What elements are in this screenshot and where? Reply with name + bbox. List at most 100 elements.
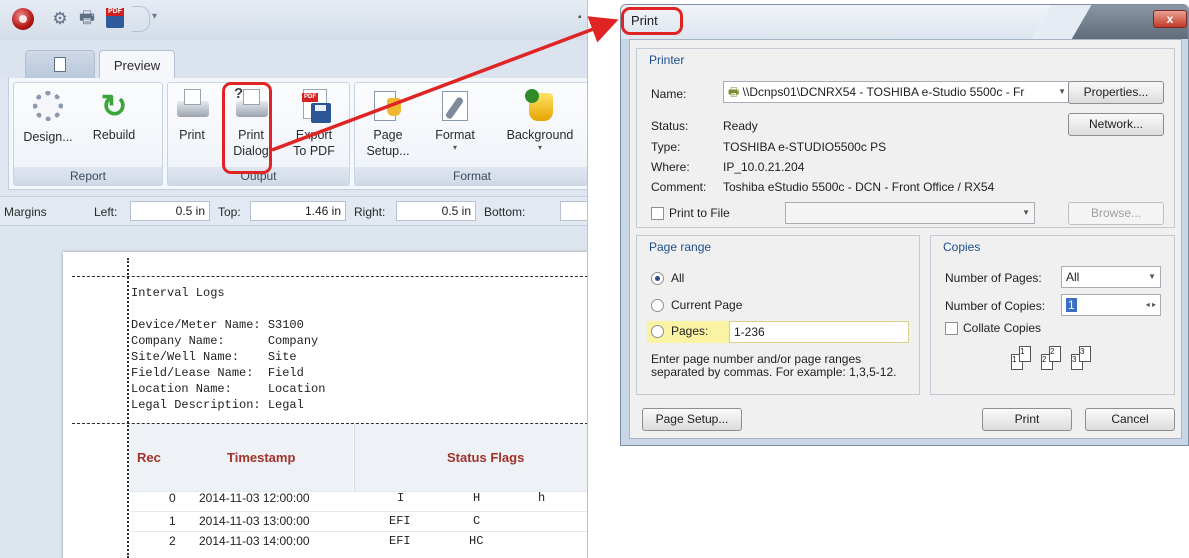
page-setup-button[interactable]: Page Setup... [361, 89, 415, 167]
page-range-section: Page range All Current Page Pages: 1-236… [636, 235, 920, 395]
app-menu-button[interactable] [12, 8, 34, 30]
printer-section: Printer Name: 🖶 \\Dcnps01\DCNRX54 - TOSH… [636, 48, 1175, 228]
number-of-copies-stepper[interactable]: 1 ◂ ▸ [1061, 294, 1161, 316]
settings-gear-icon[interactable]: ⚙ [50, 8, 70, 30]
export-pdf-icon: PDF [297, 89, 331, 123]
report-line: Company Name: Company [131, 334, 319, 348]
table-row[interactable] [129, 491, 587, 511]
all-radio[interactable] [651, 272, 664, 285]
status-label: Status: [651, 119, 689, 133]
export-pdf-button[interactable]: PDF Export To PDF [286, 89, 342, 167]
copies-title: Copies [943, 240, 981, 254]
collate-page: 2 [1049, 346, 1061, 362]
comment-value: Toshiba eStudio 5500c - DCN - Front Offi… [723, 180, 995, 194]
print-to-file-checkbox[interactable] [651, 207, 664, 220]
cell-rec: 2 [169, 534, 176, 548]
cell-timestamp: 2014-11-03 12:00:00 [199, 491, 310, 505]
document-icon [54, 57, 66, 72]
printer-name-select[interactable]: 🖶 \\Dcnps01\DCNRX54 - TOSHIBA e-Studio 5… [723, 81, 1071, 103]
tab-file[interactable] [25, 50, 95, 78]
dialog-body: Printer Name: 🖶 \\Dcnps01\DCNRX54 - TOSH… [629, 39, 1182, 439]
report-line: Device/Meter Name: S3100 [131, 318, 304, 332]
format-button[interactable]: Format ▾ [425, 89, 485, 167]
report-line: Location Name: Location [131, 382, 326, 396]
print-button[interactable]: Print [170, 89, 214, 167]
stepper-arrows-icon[interactable]: ◂ ▸ [1146, 295, 1156, 315]
interval-log-table: Rec Timestamp Status Flags 0 2014-11-03 … [129, 424, 587, 558]
cancel-button[interactable]: Cancel [1085, 408, 1175, 431]
type-label: Type: [651, 140, 681, 154]
print-button[interactable]: Print [982, 408, 1072, 431]
current-page-radio[interactable] [651, 299, 664, 312]
ribbon-tabs: Preview [0, 40, 587, 79]
export-label-2: To PDF [293, 144, 335, 158]
table-row[interactable] [129, 511, 587, 531]
cell-flag: HC [469, 534, 484, 548]
current-page-label: Current Page [671, 298, 743, 312]
printer-name-value: \\Dcnps01\DCNRX54 - TOSHIBA e-Studio 550… [742, 85, 1025, 99]
close-button[interactable]: x [1153, 10, 1187, 28]
header-status-flags: Status Flags [447, 450, 525, 465]
qat-customize-dropdown-icon[interactable]: ▾ [152, 11, 157, 22]
all-label: All [671, 271, 685, 285]
comment-label: Comment: [651, 180, 707, 194]
tab-preview[interactable]: Preview [99, 50, 175, 79]
page-range-title: Page range [649, 240, 712, 254]
pages-radio[interactable] [651, 325, 664, 338]
page-setup-label-2: Setup... [366, 144, 410, 158]
pages-label: Pages: [671, 324, 709, 338]
cell-rec: 1 [169, 514, 176, 528]
highlight-dialog-title [621, 7, 683, 35]
report-line: Field/Lease Name: Field [131, 366, 304, 380]
margin-right-field[interactable]: 0.5 in [396, 201, 476, 221]
table-row[interactable] [129, 531, 587, 551]
pages-hint-1: Enter page number and/or page ranges [651, 352, 862, 366]
rebuild-button[interactable]: ↻ Rebuild [86, 89, 142, 167]
cell-flag: h [538, 491, 546, 505]
properties-button[interactable]: Properties... [1068, 81, 1164, 104]
margin-guide-top [72, 276, 587, 277]
highlight-print-dialog [222, 82, 272, 174]
margin-top-label: Top: [218, 205, 241, 219]
cell-rec: 0 [169, 491, 176, 505]
report-line: Site/Well Name: Site [131, 350, 297, 364]
window-control-icon[interactable]: ▪ [578, 12, 582, 23]
status-value: Ready [723, 119, 758, 133]
file-path-select[interactable]: ▼ [785, 202, 1035, 224]
network-button[interactable]: Network... [1068, 113, 1164, 136]
quick-export-pdf-icon[interactable]: PDF [106, 8, 124, 28]
margin-bottom-label: Bottom: [484, 205, 526, 219]
report-title: Interval Logs [131, 286, 225, 300]
type-value: TOSHIBA e-STUDIO5500c PS [723, 140, 887, 154]
page-setup-icon [371, 89, 405, 123]
margin-left-field[interactable]: 0.5 in [130, 201, 210, 221]
cell-flag: C [473, 514, 481, 528]
collate-copies-checkbox[interactable] [945, 322, 958, 335]
header-timestamp: Timestamp [227, 450, 296, 465]
margin-top-field[interactable]: 1.46 in [250, 201, 346, 221]
print-to-file-label: Print to File [669, 206, 730, 220]
where-value: IP_10.0.21.204 [723, 160, 805, 174]
cell-timestamp: 2014-11-03 14:00:00 [199, 534, 310, 548]
export-label-1: Export [295, 128, 333, 142]
design-button[interactable]: Design... [20, 89, 76, 167]
wrench-icon [438, 89, 472, 123]
chevron-down-icon: ▼ [1022, 208, 1030, 217]
pages-input[interactable]: 1-236 [729, 321, 909, 343]
margin-bottom-field[interactable] [560, 201, 587, 221]
name-label: Name: [651, 87, 687, 101]
ribbon-group-format: Page Setup... Format ▾ Background ▾ Form… [354, 82, 587, 186]
quick-print-icon[interactable]: 🖶 [76, 8, 98, 30]
print-label: Print [179, 128, 205, 142]
browse-button[interactable]: Browse... [1068, 202, 1164, 225]
rebuild-label: Rebuild [92, 128, 136, 142]
background-button[interactable]: Background ▾ [495, 89, 585, 167]
collate-copies-label: Collate Copies [963, 321, 1042, 335]
collate-page: 1 [1019, 346, 1031, 362]
printer-icon: 🖶 [728, 85, 743, 99]
page-setup-button[interactable]: Page Setup... [642, 408, 742, 431]
chevron-down-icon: ▾ [537, 143, 542, 152]
cell-timestamp: 2014-11-03 13:00:00 [199, 514, 310, 528]
number-of-pages-select[interactable]: All ▼ [1061, 266, 1161, 288]
header-rec: Rec [137, 450, 161, 465]
